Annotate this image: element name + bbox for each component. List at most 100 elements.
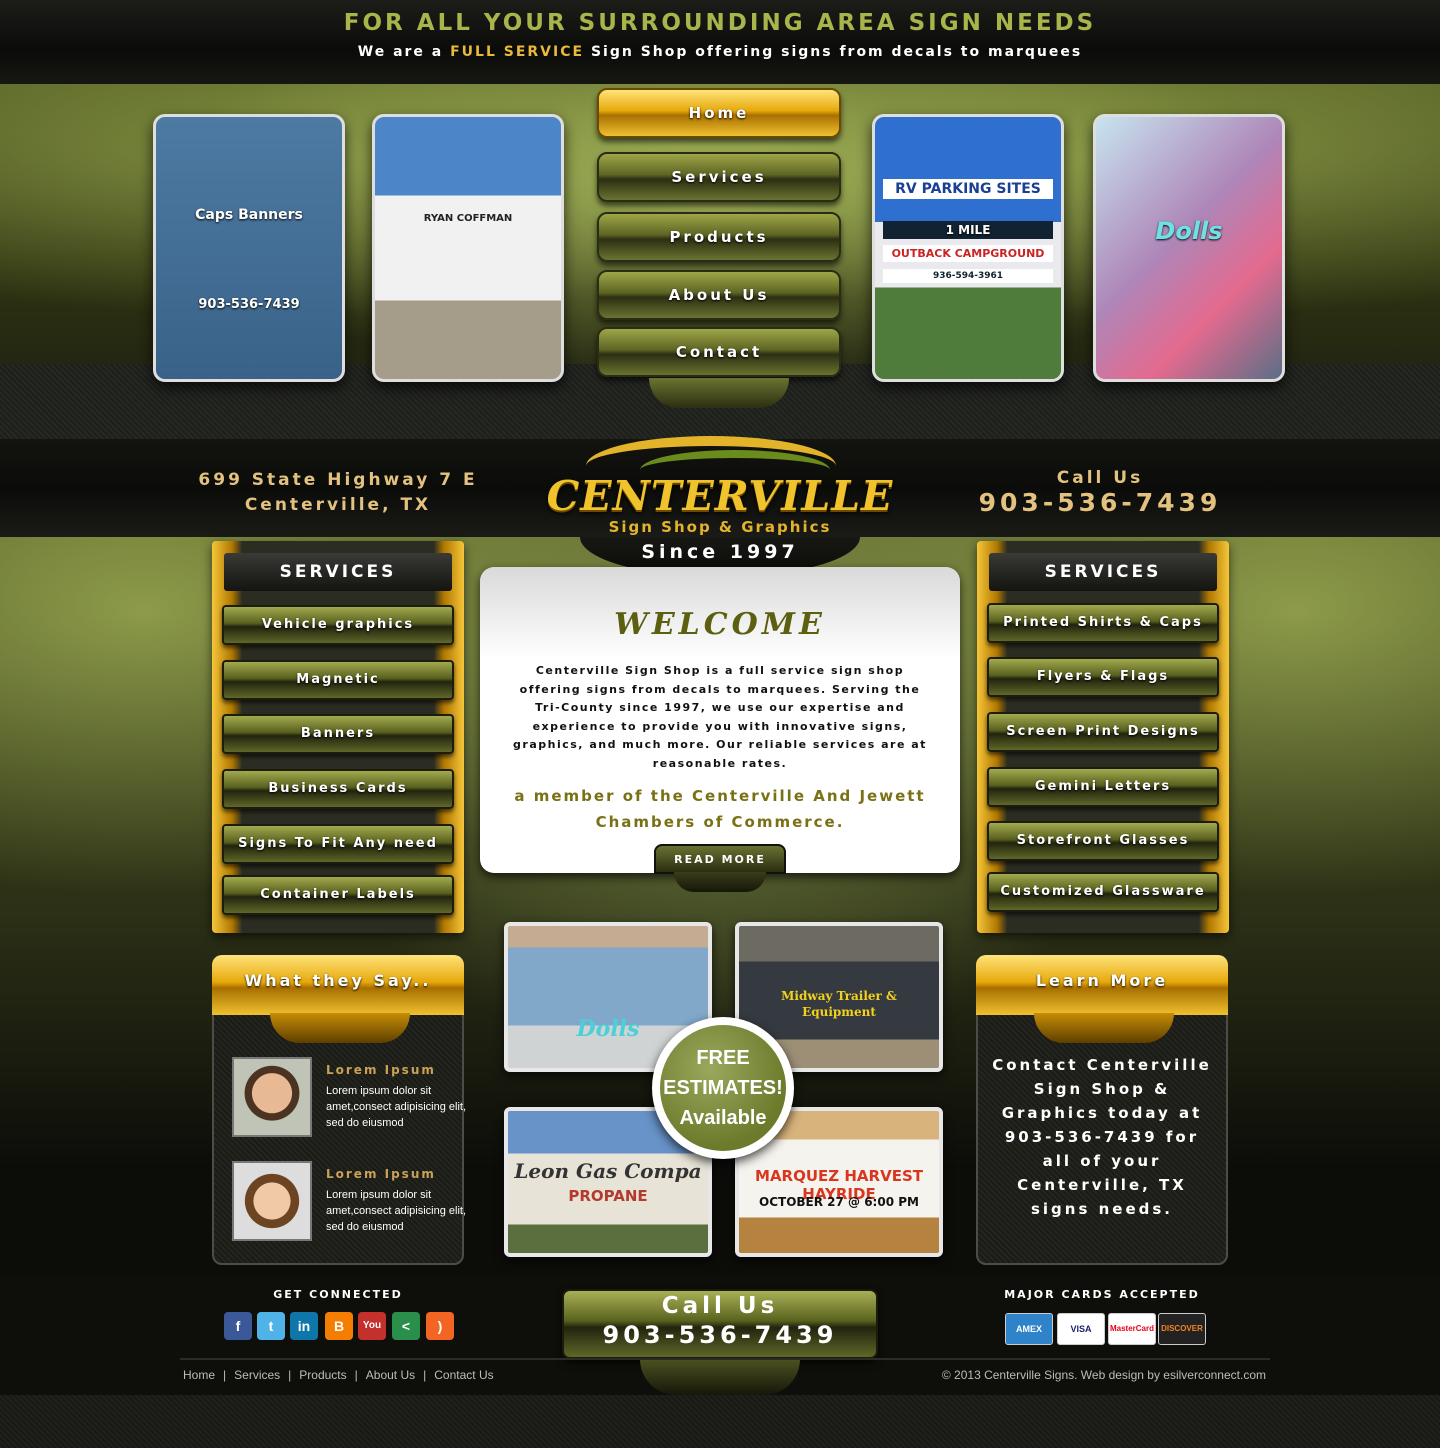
service-screen-print[interactable]: Screen Print Designs: [987, 712, 1219, 752]
footer-call-box[interactable]: Call Us 903-536-7439: [562, 1289, 878, 1359]
hero-photo-truck: RYAN COFFMAN: [372, 114, 564, 382]
testimonials-title: What they Say..: [212, 955, 464, 1015]
free-estimates-sticker[interactable]: FREE ESTIMATES! Available: [652, 1017, 794, 1159]
header-phone[interactable]: 903-536-7439: [950, 488, 1250, 517]
youtube-glyph: You: [362, 1320, 382, 1331]
subline-text: We are a: [357, 44, 451, 60]
read-more-tail: [674, 872, 766, 892]
rss-icon[interactable]: ): [426, 1312, 454, 1340]
services-panel-left: SERVICES Vehicle graphics Magnetic Banne…: [212, 541, 464, 933]
photo-caption: Dolls: [1155, 217, 1223, 245]
copyright: © 2013 Centerville Signs. Web design by …: [941, 1368, 1266, 1382]
twitter-icon[interactable]: t: [257, 1312, 285, 1340]
testimonial-text: Lorem ipsum dolor sit amet,consect adipi…: [326, 1189, 467, 1233]
logo-subtitle: Sign Shop & Graphics: [608, 518, 832, 536]
main-nav: Home Services Products About Us Contact: [593, 88, 845, 408]
share-icon[interactable]: <: [392, 1312, 420, 1340]
gallery-caption: Midway Trailer & Equipment: [781, 989, 897, 1019]
subline-highlight: FULL SERVICE: [450, 44, 585, 60]
box-head-tail: [270, 1013, 410, 1043]
service-magnetic[interactable]: Magnetic: [222, 660, 454, 700]
service-gemini-letters[interactable]: Gemini Letters: [987, 767, 1219, 807]
youtube-icon[interactable]: You: [358, 1312, 386, 1340]
service-storefront-glasses[interactable]: Storefront Glasses: [987, 821, 1219, 861]
footer-call-number: 903-536-7439: [602, 1321, 838, 1349]
testimonial-text: Lorem ipsum dolor sit amet,consect adipi…: [326, 1085, 467, 1129]
photo-caption: 936-594-3961: [883, 269, 1053, 283]
nav-home[interactable]: Home: [597, 88, 841, 138]
subline: We are a FULL SERVICE Sign Shop offering…: [0, 44, 1440, 60]
sticker-text: FREE ESTIMATES! Available: [660, 1043, 786, 1133]
read-more-button[interactable]: READ MORE: [654, 844, 786, 874]
footer-call-label: Call Us: [661, 1293, 779, 1319]
nav-contact[interactable]: Contact: [597, 327, 841, 377]
service-container-labels[interactable]: Container Labels: [222, 875, 454, 915]
learn-more-text: Contact Centerville Sign Shop & Graphics…: [992, 1056, 1212, 1218]
footer-link-about-us[interactable]: About Us: [366, 1368, 415, 1382]
cards-accepted-label: MAJOR CARDS ACCEPTED: [1004, 1288, 1200, 1301]
hero-photo-storefront: Dolls: [1093, 114, 1285, 382]
services-panel-right: SERVICES Printed Shirts & Caps Flyers & …: [977, 541, 1229, 933]
logo-name[interactable]: CENTERVILLE: [520, 472, 920, 520]
footer-link-contact-us[interactable]: Contact Us: [434, 1368, 493, 1382]
blogger-icon[interactable]: B: [325, 1312, 353, 1340]
testimonials-box: What they Say.. Lorem Ipsum Lorem ipsum …: [212, 955, 466, 1265]
facebook-glyph: f: [235, 1318, 241, 1334]
since-text: Since 1997: [641, 541, 799, 563]
service-business-cards[interactable]: Business Cards: [222, 769, 454, 809]
footer-link-products[interactable]: Products: [299, 1368, 346, 1382]
welcome-title: WELCOME: [614, 607, 826, 642]
footer-nav: Home | Services | Products | About Us | Contact …: [183, 1368, 494, 1382]
avatar: [232, 1161, 312, 1241]
service-vehicle-graphics[interactable]: Vehicle graphics: [222, 605, 454, 645]
separator: |: [354, 1368, 358, 1382]
service-signs[interactable]: Signs To Fit Any need: [222, 824, 454, 864]
mastercard-icon: MasterCard: [1108, 1313, 1156, 1345]
footer-link-home[interactable]: Home: [183, 1368, 215, 1382]
facebook-icon[interactable]: f: [224, 1312, 252, 1340]
bottom-band: [0, 1395, 1440, 1448]
gallery-caption: PROPANE: [568, 1187, 648, 1205]
nav-about-us[interactable]: About Us: [597, 270, 841, 320]
gallery-caption: Leon Gas Compa: [514, 1159, 702, 1183]
photo-caption: Caps Banners: [195, 207, 303, 223]
address-line-1: 699 State Highway 7 E: [198, 470, 478, 490]
photo-caption: 1 MILE: [883, 221, 1053, 239]
sticker-line-2: ESTIMATES!: [663, 1077, 783, 1099]
share-glyph: <: [401, 1318, 411, 1334]
get-connected-label: GET CONNECTED: [273, 1288, 403, 1301]
box-head-tail: [1034, 1013, 1174, 1043]
linkedin-glyph: in: [297, 1318, 311, 1334]
learn-more-box: Learn More Contact Centerville Sign Shop…: [976, 955, 1228, 1265]
services-title: SERVICES: [224, 553, 452, 591]
american-express-icon: AMEX: [1005, 1313, 1053, 1345]
tagline: FOR ALL YOUR SURROUNDING AREA SIGN NEEDS: [343, 10, 1097, 36]
nav-services[interactable]: Services: [597, 152, 841, 202]
services-title: SERVICES: [989, 553, 1217, 591]
nav-products[interactable]: Products: [597, 212, 841, 262]
testimonial-name: Lorem Ipsum: [326, 1167, 436, 1181]
gallery-caption: OCTOBER 27 @ 6:00 PM: [759, 1195, 919, 1209]
service-printed-shirts[interactable]: Printed Shirts & Caps: [987, 603, 1219, 643]
call-box-tail: [640, 1359, 800, 1395]
photo-caption: RYAN COFFMAN: [423, 213, 513, 224]
twitter-glyph: t: [268, 1318, 274, 1334]
photo-caption: RV PARKING SITES: [883, 179, 1053, 199]
sticker-line-3: Available: [679, 1107, 767, 1129]
subline-text-end: Sign Shop offering signs from decals to …: [584, 44, 1083, 60]
testimonial-item: Lorem Ipsum Lorem ipsum dolor sit amet,c…: [230, 1161, 466, 1245]
service-banners[interactable]: Banners: [222, 714, 454, 754]
service-customized-glassware[interactable]: Customized Glassware: [987, 872, 1219, 912]
nav-tail: [649, 378, 789, 408]
sticker-inner: FREE ESTIMATES! Available: [660, 1025, 786, 1151]
learn-more-title[interactable]: Learn More: [976, 955, 1228, 1015]
testimonial-item: Lorem Ipsum Lorem ipsum dolor sit amet,c…: [230, 1057, 466, 1141]
service-flyers-flags[interactable]: Flyers & Flags: [987, 657, 1219, 697]
hero-photo-rv-sign: RV PARKING SITES 1 MILE OUTBACK CAMPGROU…: [872, 114, 1064, 382]
rss-glyph: ): [437, 1318, 443, 1334]
welcome-card: WELCOME Centerville Sign Shop is a full …: [480, 567, 960, 873]
footer-link-services[interactable]: Services: [234, 1368, 280, 1382]
linkedin-icon[interactable]: in: [290, 1312, 318, 1340]
blogger-glyph: B: [333, 1318, 345, 1334]
address: 699 State Highway 7 E Centerville, TX: [180, 468, 496, 518]
